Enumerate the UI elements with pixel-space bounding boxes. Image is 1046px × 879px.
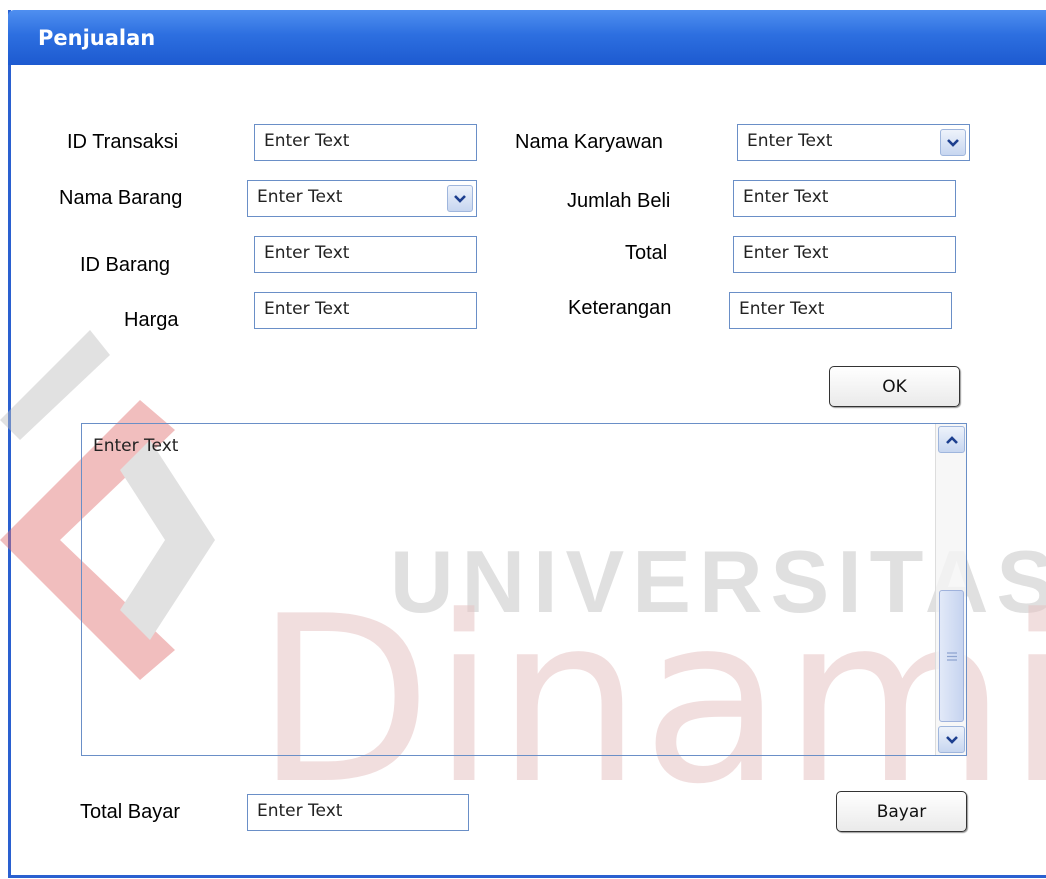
chevron-down-icon[interactable]: [940, 129, 966, 156]
id-barang-label: ID Barang: [80, 254, 171, 276]
list-scrollbar[interactable]: [935, 424, 966, 755]
list-text: Enter Text: [93, 436, 179, 456]
ok-button[interactable]: OK: [829, 366, 960, 407]
total-bayar-input[interactable]: Enter Text: [247, 794, 469, 831]
id-transaksi-input[interactable]: Enter Text: [254, 124, 477, 161]
bayar-button[interactable]: Bayar: [836, 791, 967, 832]
scrollbar-thumb[interactable]: [939, 590, 964, 722]
nama-barang-value: Enter Text: [257, 187, 343, 207]
transaction-list[interactable]: Enter Text: [81, 423, 967, 756]
title-bar: Penjualan: [8, 10, 1046, 65]
id-transaksi-label: ID Transaksi: [67, 131, 179, 153]
keterangan-input[interactable]: Enter Text: [729, 292, 952, 329]
total-label: Total: [625, 242, 668, 264]
chevron-down-icon[interactable]: [938, 726, 965, 753]
chevron-up-icon[interactable]: [938, 426, 965, 453]
total-bayar-label: Total Bayar: [80, 801, 181, 823]
grip-lines-icon: [946, 651, 957, 661]
harga-label: Harga: [124, 309, 179, 331]
window-title: Penjualan: [38, 26, 156, 50]
window-bottom-border: [8, 875, 1046, 878]
jumlah-beli-label: Jumlah Beli: [567, 190, 671, 212]
chevron-down-icon[interactable]: [447, 185, 473, 212]
nama-karyawan-dropdown[interactable]: Enter Text: [737, 124, 970, 161]
harga-input[interactable]: Enter Text: [254, 292, 477, 329]
jumlah-beli-input[interactable]: Enter Text: [733, 180, 956, 217]
nama-karyawan-value: Enter Text: [747, 131, 833, 151]
total-input[interactable]: Enter Text: [733, 236, 956, 273]
nama-barang-label: Nama Barang: [59, 187, 183, 209]
nama-karyawan-label: Nama Karyawan: [515, 131, 663, 153]
keterangan-label: Keterangan: [568, 297, 672, 319]
nama-barang-dropdown[interactable]: Enter Text: [247, 180, 477, 217]
id-barang-input[interactable]: Enter Text: [254, 236, 477, 273]
